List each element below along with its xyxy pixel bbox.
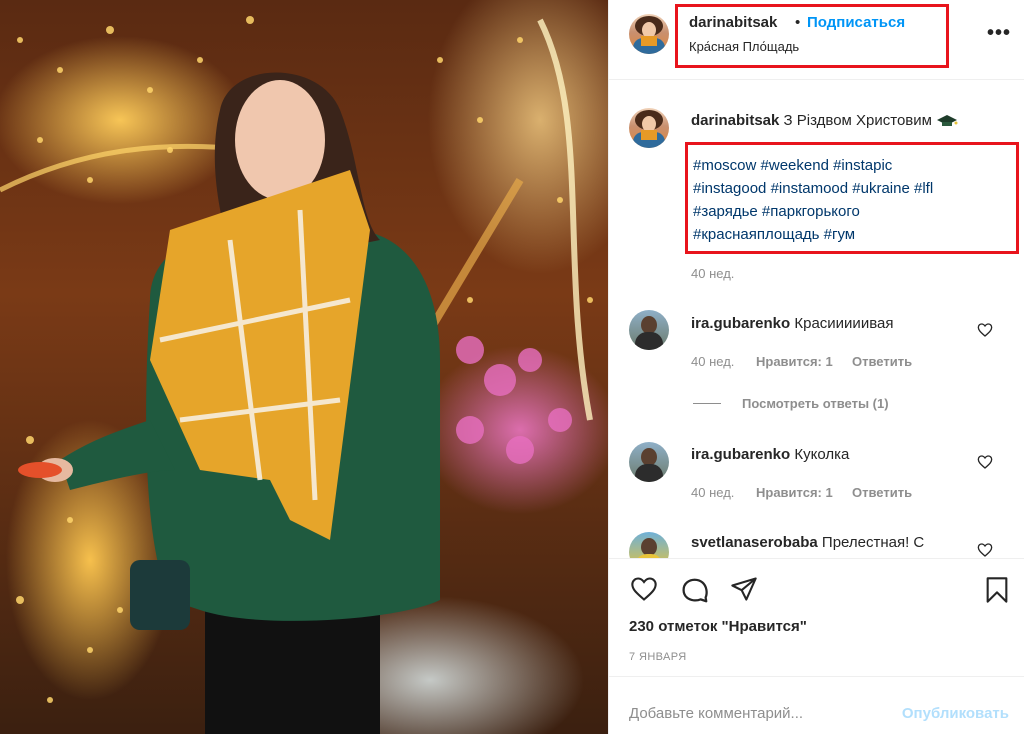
hashtag-line[interactable]: #moscow #weekend #instapic	[693, 154, 933, 177]
comment-username[interactable]: ira.gubarenko	[691, 315, 790, 332]
hashtag-line[interactable]: #instagood #instamood #ukraine #lfl	[693, 177, 933, 200]
like-count[interactable]: 230 отметок "Нравится"	[629, 618, 807, 635]
comment-bubble-icon[interactable]	[680, 575, 710, 605]
comment-line: ira.gubarenko Куколка	[691, 446, 849, 463]
author-username[interactable]: darinabitsak	[689, 14, 777, 31]
post-date[interactable]: 7 ЯНВАРЯ	[629, 651, 687, 663]
caption-username[interactable]: darinabitsak	[691, 112, 779, 129]
comment-username[interactable]: svetlanaserobaba	[691, 534, 818, 551]
comment-clip: svetlanaserobaba Прелестная! С	[609, 520, 1024, 558]
hashtag-line[interactable]: #зарядье #паркгорького	[693, 200, 933, 223]
post-details-panel: darinabitsak • Подписаться Кра́сная Пло́…	[608, 0, 1024, 734]
caption-text: З Різдвом Христовим	[783, 112, 932, 129]
save-bookmark-icon[interactable]	[983, 575, 1011, 605]
view-replies-button[interactable]: Посмотреть ответы (1)	[742, 396, 889, 411]
comment-input[interactable]: Добавьте комментарий...	[629, 705, 803, 722]
commenter-avatar[interactable]	[629, 442, 669, 482]
comment-username[interactable]: ira.gubarenko	[691, 446, 790, 463]
add-comment-bar: Добавьте комментарий... Опубликовать	[609, 676, 1024, 734]
comment-like-count[interactable]: Нравится: 1	[756, 485, 833, 500]
graduation-cap-icon	[937, 115, 958, 127]
comment-line: ira.gubarenko Красииииивая	[691, 315, 893, 332]
commenter-avatar[interactable]	[629, 310, 669, 350]
like-comment-heart-icon[interactable]	[977, 454, 993, 470]
reply-button[interactable]: Ответить	[852, 485, 912, 500]
person-figure	[37, 72, 440, 734]
comment-text: Прелестная! С	[821, 534, 925, 551]
replies-divider	[693, 403, 721, 404]
post-photo[interactable]	[0, 0, 608, 734]
comment-like-count[interactable]: Нравится: 1	[756, 354, 833, 369]
post-header: darinabitsak • Подписаться Кра́сная Пло́…	[609, 0, 1024, 80]
caption-age[interactable]: 40 нед.	[691, 266, 734, 281]
commenter-avatar[interactable]	[629, 532, 669, 558]
comment-age[interactable]: 40 нед.	[691, 354, 734, 369]
comment-text: Куколка	[794, 446, 850, 463]
hashtag-list: #moscow #weekend #instapic #instagood #i…	[693, 154, 933, 246]
photo-illustration	[0, 16, 593, 734]
caption-author-avatar[interactable]	[629, 108, 669, 148]
share-send-icon[interactable]	[729, 575, 759, 603]
more-options-icon[interactable]: •••	[987, 22, 1011, 45]
author-avatar[interactable]	[629, 14, 669, 54]
follow-button[interactable]: Подписаться	[807, 14, 905, 31]
comment-line: svetlanaserobaba Прелестная! С	[691, 534, 924, 551]
like-heart-icon[interactable]	[629, 575, 659, 603]
like-comment-heart-icon[interactable]	[977, 322, 993, 338]
separator-dot: •	[795, 14, 801, 31]
comment-age[interactable]: 40 нед.	[691, 485, 734, 500]
publish-button[interactable]: Опубликовать	[902, 705, 1009, 722]
reply-button[interactable]: Ответить	[852, 354, 912, 369]
location-link[interactable]: Кра́сная Пло́щадь	[689, 39, 799, 54]
caption-line: darinabitsak З Різдвом Христовим	[691, 112, 958, 129]
comment-text: Красииииивая	[794, 315, 894, 332]
like-comment-heart-icon[interactable]	[977, 542, 993, 558]
hashtag-line[interactable]: #краснаяплощадь #гум	[693, 223, 933, 246]
